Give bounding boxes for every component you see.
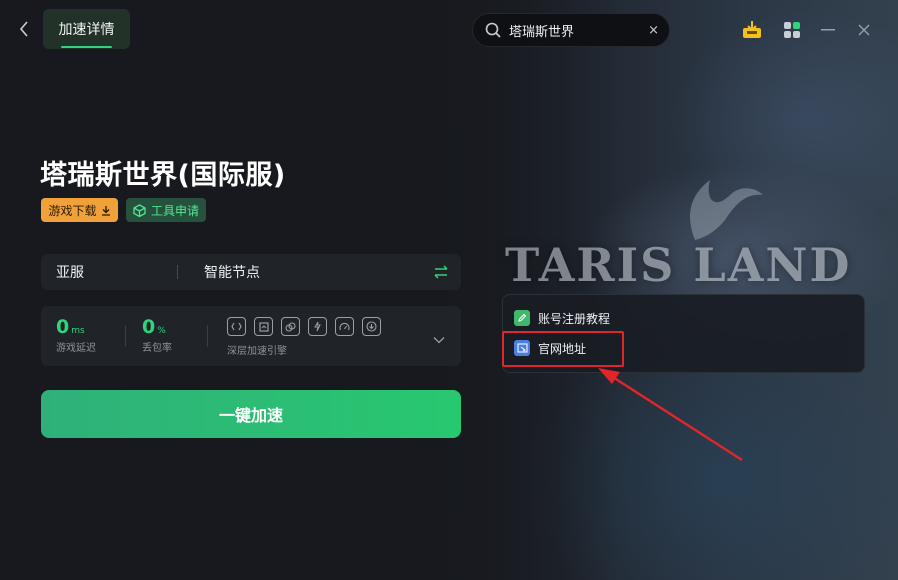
gift-icon[interactable]: [740, 19, 764, 41]
swap-node-icon[interactable]: [421, 265, 461, 279]
game-title: 塔瑞斯世界(国际服): [40, 160, 286, 191]
clear-search-icon[interactable]: ×: [648, 23, 659, 38]
node-select[interactable]: 智能节点: [178, 262, 421, 282]
engine-label: 深层加速引擎: [227, 346, 287, 357]
game-logo-text: TARIS LAND: [505, 238, 852, 292]
popup-item-register-guide[interactable]: 账号注册教程: [514, 305, 610, 331]
loss-label: 丢包率: [142, 343, 172, 354]
stats-panel: 0 ms 游戏延迟 0% 丢包率 深层加速引擎: [41, 306, 461, 366]
back-button[interactable]: [14, 18, 34, 40]
pencil-icon: [514, 310, 530, 326]
region-select[interactable]: 亚服: [41, 262, 177, 282]
chevron-left-icon: [19, 21, 28, 37]
tool-apply-button[interactable]: 工具申请: [126, 198, 206, 222]
latency-unit: ms: [71, 326, 85, 336]
game-download-button[interactable]: 游戏下载: [41, 198, 118, 222]
annotation-arrow: [598, 368, 743, 462]
latency-value: 0: [56, 316, 70, 338]
download-icon: [101, 205, 110, 216]
divider: [125, 325, 126, 347]
loss-unit: %: [157, 326, 166, 336]
close-icon[interactable]: [856, 19, 872, 41]
apps-grid-icon[interactable]: [782, 19, 802, 41]
frame-icon[interactable]: [254, 317, 273, 336]
one-click-accelerate-button[interactable]: 一键加速: [41, 390, 461, 438]
minimize-icon[interactable]: [820, 19, 836, 41]
search-value: 塔瑞斯世界: [509, 24, 575, 40]
divider: [207, 325, 208, 347]
logo-emblem: [690, 180, 763, 240]
accelerate-label: 一键加速: [218, 406, 283, 425]
latency-stat: 0 ms 游戏延迟: [56, 316, 96, 354]
download-label: 游戏下载: [48, 203, 97, 218]
tab-accel-details[interactable]: 加速详情: [43, 9, 130, 49]
engine-icons: [227, 317, 381, 336]
latency-label: 游戏延迟: [56, 343, 96, 354]
download-circle-icon[interactable]: [362, 317, 381, 336]
packet-loss-stat: 0% 丢包率: [142, 316, 172, 354]
search-input[interactable]: 塔瑞斯世界 ×: [472, 13, 670, 47]
rings-icon[interactable]: [281, 317, 300, 336]
route-selector: 亚服 智能节点: [41, 254, 461, 290]
search-icon: [485, 22, 501, 38]
popup-item-label: 账号注册教程: [538, 311, 611, 326]
cube-icon: [133, 203, 146, 217]
bolt-icon[interactable]: [308, 317, 327, 336]
loss-value: 0: [142, 316, 156, 338]
tool-label: 工具申请: [150, 203, 199, 218]
chevron-down-icon[interactable]: [433, 329, 445, 348]
speedometer-icon[interactable]: [335, 317, 354, 336]
link-icon[interactable]: [227, 317, 246, 336]
tab-label: 加速详情: [58, 22, 115, 38]
